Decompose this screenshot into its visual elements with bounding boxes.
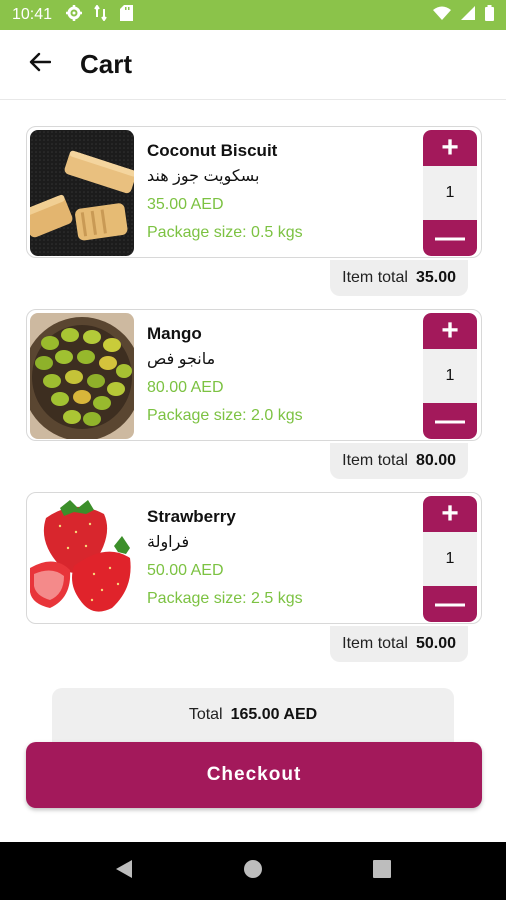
- item-total: Item total 80.00: [330, 443, 468, 479]
- item-total: Item total 35.00: [330, 260, 468, 296]
- product-image: [30, 313, 134, 439]
- quantity-value: 1: [445, 550, 455, 567]
- quantity-stepper: + 1 —: [423, 130, 477, 256]
- battery-icon: [485, 4, 494, 26]
- item-total-value: 50.00: [415, 635, 456, 652]
- package-size: Package size: 0.5 kgs: [147, 224, 303, 241]
- cart-item-strawberry: Strawberry فراولة 50.00 AED Package size…: [26, 492, 482, 662]
- signal-icon: [461, 5, 475, 25]
- quantity-value: 1: [445, 367, 455, 384]
- recents-square-icon: [372, 859, 391, 883]
- app-bar: Cart: [0, 30, 506, 100]
- nav-recents-button[interactable]: [362, 851, 402, 891]
- package-size: Package size: 2.5 kgs: [147, 590, 303, 607]
- cart-item-coconut-biscuit: Coconut Biscuit بسكويت جوز هند 35.00 AED…: [26, 126, 482, 296]
- checkout-button[interactable]: Checkout: [26, 742, 482, 808]
- nav-home-button[interactable]: [233, 851, 273, 891]
- product-name: Mango: [147, 324, 202, 343]
- increase-quantity-button[interactable]: +: [423, 496, 477, 532]
- item-total-label: Item total: [342, 269, 408, 286]
- package-size: Package size: 2.0 kgs: [147, 407, 303, 424]
- back-arrow-icon: [29, 51, 52, 78]
- cart-total: Total 165.00 AED: [52, 688, 454, 742]
- product-price: 80.00 AED: [147, 379, 224, 396]
- quantity-stepper: + 1 —: [423, 313, 477, 439]
- item-total-label: Item total: [342, 635, 408, 652]
- item-total-value: 35.00: [415, 269, 456, 286]
- back-triangle-icon: [115, 859, 133, 884]
- settings-icon: [66, 4, 83, 26]
- product-name: Coconut Biscuit: [147, 141, 278, 160]
- status-time: 10:41: [12, 6, 53, 23]
- product-image: [30, 130, 134, 256]
- cart-item-card[interactable]: Coconut Biscuit بسكويت جوز هند 35.00 AED…: [26, 126, 482, 258]
- item-total: Item total 50.00: [330, 626, 468, 662]
- cart-item-card[interactable]: Mango مانجو فص 80.00 AED Package size: 2…: [26, 309, 482, 441]
- status-bar: 10:41: [0, 0, 506, 30]
- page-title: Cart: [80, 49, 133, 79]
- decrease-quantity-button[interactable]: —: [423, 220, 477, 256]
- total-label: Total: [188, 706, 223, 723]
- product-name-arabic: بسكويت جوز هند: [147, 168, 260, 185]
- quantity-value: 1: [445, 184, 455, 201]
- system-nav-bar: [0, 842, 506, 900]
- product-price: 35.00 AED: [147, 196, 224, 213]
- total-value: 165.00 AED: [230, 706, 318, 723]
- decrease-quantity-button[interactable]: —: [423, 403, 477, 439]
- data-transfer-icon: [94, 3, 108, 26]
- increase-quantity-button[interactable]: +: [423, 313, 477, 349]
- increase-quantity-button[interactable]: +: [423, 130, 477, 166]
- home-circle-icon: [243, 859, 263, 884]
- item-total-value: 80.00: [415, 452, 456, 469]
- product-name: Strawberry: [147, 507, 236, 526]
- item-total-label: Item total: [342, 452, 408, 469]
- product-name-arabic: مانجو فص: [147, 351, 216, 368]
- quantity-stepper: + 1 —: [423, 496, 477, 622]
- cart-item-card[interactable]: Strawberry فراولة 50.00 AED Package size…: [26, 492, 482, 624]
- decrease-quantity-button[interactable]: —: [423, 586, 477, 622]
- back-button[interactable]: [10, 35, 70, 95]
- nav-back-button[interactable]: [104, 851, 144, 891]
- product-price: 50.00 AED: [147, 562, 224, 579]
- product-image: [30, 496, 134, 622]
- product-name-arabic: فراولة: [147, 534, 190, 551]
- wifi-icon: [433, 6, 451, 25]
- sd-card-icon: [120, 4, 134, 26]
- cart-item-mango: Mango مانجو فص 80.00 AED Package size: 2…: [26, 309, 482, 479]
